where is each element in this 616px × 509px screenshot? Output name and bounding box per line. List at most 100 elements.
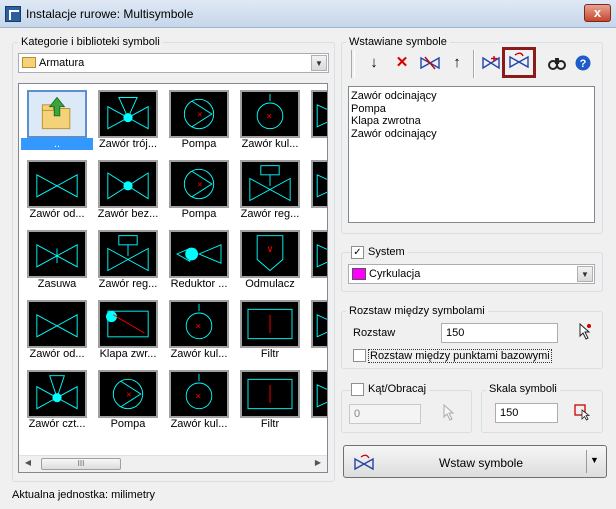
symbol-tile-label: Zawór reg... bbox=[240, 208, 300, 220]
window-title: Instalacje rurowe: Multisymbole bbox=[26, 7, 194, 21]
symbol-tile[interactable]: × Pompa bbox=[163, 156, 233, 222]
symbol-tile[interactable]: Zawór reg... bbox=[234, 156, 304, 222]
shutoff-valve-icon bbox=[27, 300, 87, 348]
symbol-tile-label: Zawór czt... bbox=[28, 418, 86, 430]
delete-icon[interactable]: ✕ bbox=[390, 50, 414, 76]
symbol-tile[interactable]: Zaw bbox=[305, 156, 327, 222]
chevron-down-icon[interactable]: ▼ bbox=[590, 455, 599, 465]
pick-point-icon[interactable] bbox=[578, 322, 592, 343]
move-down-icon[interactable]: ↓ bbox=[362, 50, 386, 76]
svg-text:×: × bbox=[197, 110, 202, 120]
pick-angle-icon[interactable] bbox=[442, 403, 456, 424]
system-checkbox[interactable]: ✓ bbox=[351, 246, 364, 259]
symbol-tile[interactable]: Prz bbox=[305, 226, 327, 292]
title-bar: Instalacje rurowe: Multisymbole x bbox=[0, 0, 616, 28]
symbol-tile-label: Zaw bbox=[305, 208, 327, 220]
spacing-input[interactable]: 150 bbox=[441, 323, 558, 343]
symbol-tile[interactable]: Zawór od... bbox=[21, 296, 91, 362]
symbol-tile-label: Zawór od... bbox=[29, 208, 85, 220]
check-valve-icon bbox=[98, 300, 158, 348]
symbol-tile-label: Zawór od... bbox=[29, 348, 85, 360]
library-combo-value: Armatura bbox=[39, 57, 85, 69]
symbol-tile[interactable]: ∨ Odmulacz bbox=[234, 226, 304, 292]
toolbar-grip bbox=[351, 50, 355, 78]
symbol-tile[interactable]: × Pompa bbox=[92, 366, 162, 432]
chevron-down-icon[interactable]: ▼ bbox=[311, 55, 327, 71]
symbol-gallery[interactable]: .. Zawór trój... × Pompa × Zawór kul... Zaw Zaw… bbox=[18, 83, 328, 473]
symbol-tile[interactable]: Zasuwa bbox=[21, 226, 91, 292]
symbol-tile[interactable]: Zawór trój... bbox=[92, 86, 162, 152]
move-up-icon[interactable]: ↑ bbox=[445, 50, 469, 76]
svg-text:×: × bbox=[197, 180, 202, 190]
reducer-icon bbox=[169, 230, 229, 278]
ball-valve-icon: × bbox=[240, 90, 300, 138]
symbol-tile[interactable]: Zaw bbox=[305, 366, 327, 432]
status-text: Aktualna jednostka: milimetry bbox=[12, 489, 156, 501]
symbol-tile-label: Zawór reg... bbox=[98, 278, 158, 290]
system-label: System bbox=[365, 246, 408, 258]
scroll-right-icon[interactable]: ▶ bbox=[311, 458, 325, 470]
system-combo[interactable]: Cyrkulacja ▼ bbox=[348, 264, 595, 284]
scrollbar-thumb[interactable]: III bbox=[41, 458, 121, 470]
svg-text:×: × bbox=[195, 322, 201, 333]
symbol-tile-label: .. bbox=[21, 138, 93, 150]
symbol-tile[interactable]: × Zawór kul... bbox=[234, 86, 304, 152]
control-valve-icon bbox=[98, 230, 158, 278]
symbol-tile-label: Reduktor ... bbox=[170, 278, 228, 290]
symbol-tile[interactable]: Zawór bez... bbox=[92, 156, 162, 222]
valve-icon bbox=[311, 300, 327, 348]
symbol-tile[interactable]: Zaw bbox=[305, 86, 327, 152]
symbol-tile-label: Pompa bbox=[110, 418, 146, 430]
shutoff-valve-icon bbox=[27, 160, 87, 208]
horizontal-scrollbar[interactable]: ◀ III ▶ bbox=[19, 455, 327, 472]
symbol-tile[interactable]: × Pompa bbox=[163, 86, 233, 152]
desludger-icon: ∨ bbox=[240, 230, 300, 278]
library-combo[interactable]: Armatura ▼ bbox=[18, 53, 329, 73]
symbol-tile[interactable]: Filtr bbox=[234, 366, 304, 432]
symbol-tile[interactable]: × Zawór kul... bbox=[163, 296, 233, 362]
list-item[interactable]: Pompa bbox=[351, 103, 592, 116]
angle-input[interactable]: 0 bbox=[349, 404, 421, 424]
valve-icon bbox=[311, 230, 327, 278]
gate-valve-icon bbox=[27, 230, 87, 278]
add-icon[interactable] bbox=[479, 50, 503, 76]
list-item[interactable]: Zawór odcinający bbox=[351, 128, 592, 141]
find-icon[interactable] bbox=[545, 50, 569, 76]
help-icon[interactable]: ? bbox=[571, 50, 595, 76]
list-item[interactable]: Klapa zwrotna bbox=[351, 115, 592, 128]
chevron-down-icon[interactable]: ▼ bbox=[577, 266, 593, 282]
symbol-tile[interactable]: Zawór reg... bbox=[92, 226, 162, 292]
scroll-left-icon[interactable]: ◀ bbox=[21, 458, 35, 470]
pick-scale-icon[interactable] bbox=[574, 403, 592, 424]
symbol-tile-label: Klapa zwr... bbox=[99, 348, 157, 360]
symbol-tile[interactable]: Klapa zwr... bbox=[92, 296, 162, 362]
symbol-tile-label: Zawór bez... bbox=[97, 208, 159, 220]
system-combo-value: Cyrkulacja bbox=[369, 268, 421, 280]
base-points-checkbox[interactable] bbox=[353, 349, 366, 362]
app-icon bbox=[5, 6, 21, 22]
control-valve-icon bbox=[240, 160, 300, 208]
symbol-tile[interactable]: × Zawór kul... bbox=[163, 366, 233, 432]
toolbar-separator bbox=[473, 50, 475, 78]
symbol-tile[interactable]: Zawór od... bbox=[21, 156, 91, 222]
svg-text:∨: ∨ bbox=[266, 244, 273, 255]
filter-icon bbox=[240, 370, 300, 418]
replace-icon[interactable] bbox=[418, 50, 442, 76]
close-button[interactable]: x bbox=[584, 4, 611, 22]
base-points-label[interactable]: Rozstaw między punktami bazowymi bbox=[368, 349, 552, 363]
insert-symbols-button[interactable]: Wstaw symbole ▼ bbox=[343, 445, 607, 478]
symbol-tile[interactable]: Filtr bbox=[234, 296, 304, 362]
svg-text:×: × bbox=[266, 112, 272, 123]
symbol-tile[interactable]: .. bbox=[21, 86, 93, 152]
symbol-tile[interactable]: Od bbox=[305, 296, 327, 362]
symbol-tile[interactable]: Reduktor ... bbox=[163, 226, 233, 292]
symbol-tile[interactable]: Zawór czt... bbox=[21, 366, 91, 432]
add-selected-icon[interactable] bbox=[502, 47, 536, 78]
ball-valve-icon: × bbox=[169, 370, 229, 418]
scale-input[interactable]: 150 bbox=[495, 403, 558, 423]
inserted-symbols-list[interactable]: Zawór odcinający Pompa Klapa zwrotna Zaw… bbox=[348, 86, 595, 223]
list-item[interactable]: Zawór odcinający bbox=[351, 90, 592, 103]
inserted-group-label: Wstawiane symbole bbox=[346, 36, 450, 48]
symbol-tile-label: Filtr bbox=[260, 348, 280, 360]
angle-checkbox[interactable] bbox=[351, 383, 364, 396]
